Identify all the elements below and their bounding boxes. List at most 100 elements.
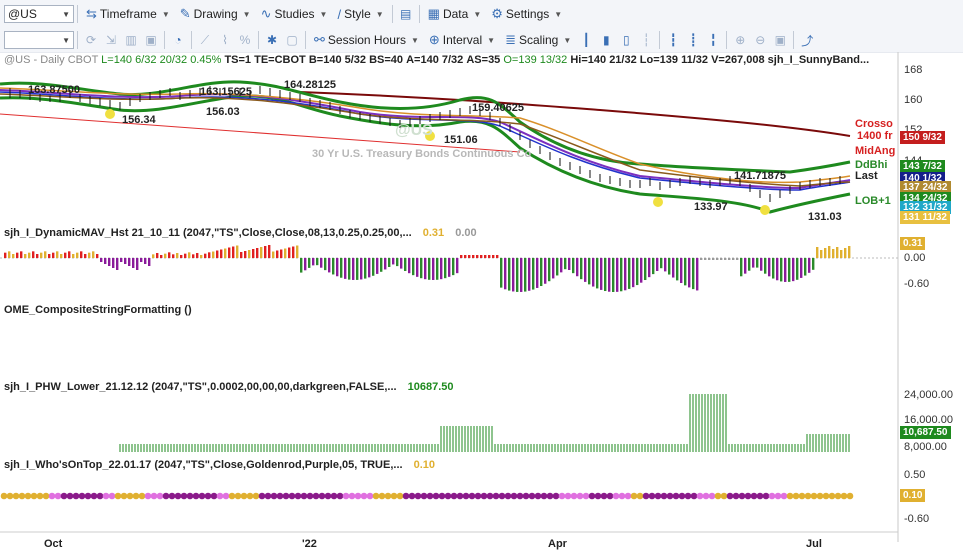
- histogram-bar: [244, 251, 247, 258]
- dynamic-mav-title[interactable]: sjh_I_DynamicMAV_Hst 21_10_11 (2047,"TS"…: [4, 227, 477, 239]
- gauge-icon[interactable]: ◔: [169, 31, 187, 49]
- tools-icon[interactable]: ✱: [263, 31, 281, 49]
- session-hours-label: Session Hours: [327, 33, 406, 47]
- chevron-down-icon: ▼: [375, 9, 384, 19]
- interval-combo[interactable]: ▼: [4, 31, 74, 49]
- bars-compress-icon[interactable]: ╏: [704, 31, 722, 49]
- chevron-down-icon[interactable]: ▼: [62, 36, 70, 45]
- high-label: 164.28125: [284, 79, 336, 91]
- style-button[interactable]: / Style ▼: [332, 3, 388, 25]
- window-icon[interactable]: ▢: [283, 31, 301, 49]
- bars-narrow-icon[interactable]: ┋: [684, 31, 702, 49]
- trend-line-icon[interactable]: ⟋: [196, 31, 214, 49]
- chart-area[interactable]: @US - Daily CBOT L=140 6/32 20/32 0.45% …: [0, 52, 963, 555]
- histogram-bar: [808, 258, 811, 273]
- calendar-icon[interactable]: ▣: [142, 31, 160, 49]
- histogram-bar: [684, 258, 687, 286]
- add-indicator-icon[interactable]: ⤴: [798, 31, 816, 49]
- session-hours-button[interactable]: ⚯ Session Hours ▼: [309, 29, 424, 51]
- header-volume: V=267,008: [711, 54, 765, 66]
- header-change: 20/32: [159, 54, 188, 66]
- zoom-fit-icon[interactable]: ⇲: [102, 31, 120, 49]
- whos-on-top-dot: [660, 492, 668, 500]
- percent-icon[interactable]: %: [236, 31, 254, 49]
- data-button[interactable]: ▦ Data ▼: [423, 3, 487, 25]
- whos-on-top-title[interactable]: sjh_I_Who'sOnTop_22.01.17 (2047,"TS",Clo…: [4, 459, 435, 471]
- whos-on-top-dot: [462, 492, 470, 500]
- whos-on-top-dot: [792, 492, 800, 500]
- scaling-button[interactable]: ≣ Scaling ▼: [500, 29, 576, 51]
- histogram-bar: [200, 255, 203, 258]
- zoom-in-icon[interactable]: ⊕: [731, 31, 749, 49]
- histogram-bar: [172, 254, 175, 258]
- refresh-icon[interactable]: ⟳: [82, 31, 100, 49]
- histogram-bar: [504, 258, 507, 290]
- whos-on-top-dot: [510, 492, 518, 500]
- histogram-bar: [116, 258, 119, 270]
- line-style-icon[interactable]: ┆: [637, 31, 655, 49]
- histogram-bar: [100, 258, 103, 262]
- candle-hollow-icon[interactable]: ▯: [617, 31, 635, 49]
- whos-on-top-dot: [468, 492, 476, 500]
- chevron-down-icon[interactable]: ▼: [62, 10, 70, 19]
- dynamic-mav-tag: 0.31: [900, 237, 926, 250]
- lob-label: LOB+1: [855, 195, 891, 207]
- zoom-out-icon[interactable]: ⊖: [751, 31, 769, 49]
- table-icon[interactable]: ▥: [122, 31, 140, 49]
- whos-on-top-dot: [60, 492, 68, 500]
- whos-on-top-dot: [114, 492, 122, 500]
- histogram-bar: [388, 258, 391, 267]
- whos-on-top-dot: [618, 492, 626, 500]
- whos-on-top-dot: [78, 492, 86, 500]
- settings-button[interactable]: ⚙ Settings ▼: [486, 3, 567, 25]
- whos-on-top-dot: [828, 492, 836, 500]
- histogram-bar: [20, 251, 23, 258]
- histogram-bar: [516, 258, 519, 292]
- whos-on-top-dot: [48, 492, 56, 500]
- whos-on-top-dot: [642, 492, 650, 500]
- whos-on-top-dot: [420, 492, 428, 500]
- whos-on-top-dot: [576, 492, 584, 500]
- histogram-bar: [584, 258, 587, 282]
- timeframe-button[interactable]: ⇆ Timeframe ▼: [81, 3, 175, 25]
- phw-lower-title[interactable]: sjh_I_PHW_Lower_21.12.12 (2047,"TS",0.00…: [4, 381, 454, 393]
- whos-on-top-dot: [198, 492, 206, 500]
- drawing-button[interactable]: ✎ Drawing ▼: [175, 3, 256, 25]
- whos-on-top-dot: [132, 492, 140, 500]
- divider: [305, 31, 306, 49]
- symbol-combo[interactable]: @US ▼: [4, 5, 74, 23]
- histogram-bar: [312, 258, 315, 266]
- composite-string-title[interactable]: OME_CompositeStringFormatting (): [4, 304, 192, 316]
- candle-icon[interactable]: ▮: [597, 31, 615, 49]
- symbol-value: @US: [8, 7, 37, 21]
- histogram-bar: [820, 250, 823, 258]
- histogram-bar: [688, 258, 691, 288]
- layout-icon[interactable]: ▤: [397, 5, 415, 23]
- histogram-bar: [572, 258, 575, 274]
- whos-on-top-dot: [384, 492, 392, 500]
- whos-on-top-dot: [492, 492, 500, 500]
- whos-on-top-dot: [432, 492, 440, 500]
- whos-on-top-dot: [612, 492, 620, 500]
- whos-on-top-dot: [72, 492, 80, 500]
- bar-chart-icon[interactable]: ┃: [577, 31, 595, 49]
- chart-line-icon[interactable]: ⌇: [216, 31, 234, 49]
- interval-button[interactable]: ⊕ Interval ▼: [424, 29, 500, 51]
- whos-on-top-dot: [180, 492, 188, 500]
- histogram-bar: [24, 254, 27, 258]
- whos-on-top-dot: [270, 492, 278, 500]
- histogram-bar: [40, 252, 43, 258]
- bars-wide-icon[interactable]: ┇: [664, 31, 682, 49]
- histogram-bar: [272, 251, 275, 258]
- whos-on-top-dot: [636, 492, 644, 500]
- whos-on-top-dot: [654, 492, 662, 500]
- studies-button[interactable]: ∿ Studies ▼: [256, 3, 333, 25]
- whos-on-top-dot: [6, 492, 14, 500]
- whos-on-top-dot: [480, 492, 488, 500]
- histogram-bar: [772, 258, 775, 279]
- zoom-reset-icon[interactable]: ▣: [771, 31, 789, 49]
- price-axis-label: 160: [904, 94, 923, 106]
- histogram-bar: [488, 255, 491, 258]
- whos-on-top-dot: [294, 492, 302, 500]
- x-axis-label: Jul: [806, 538, 822, 550]
